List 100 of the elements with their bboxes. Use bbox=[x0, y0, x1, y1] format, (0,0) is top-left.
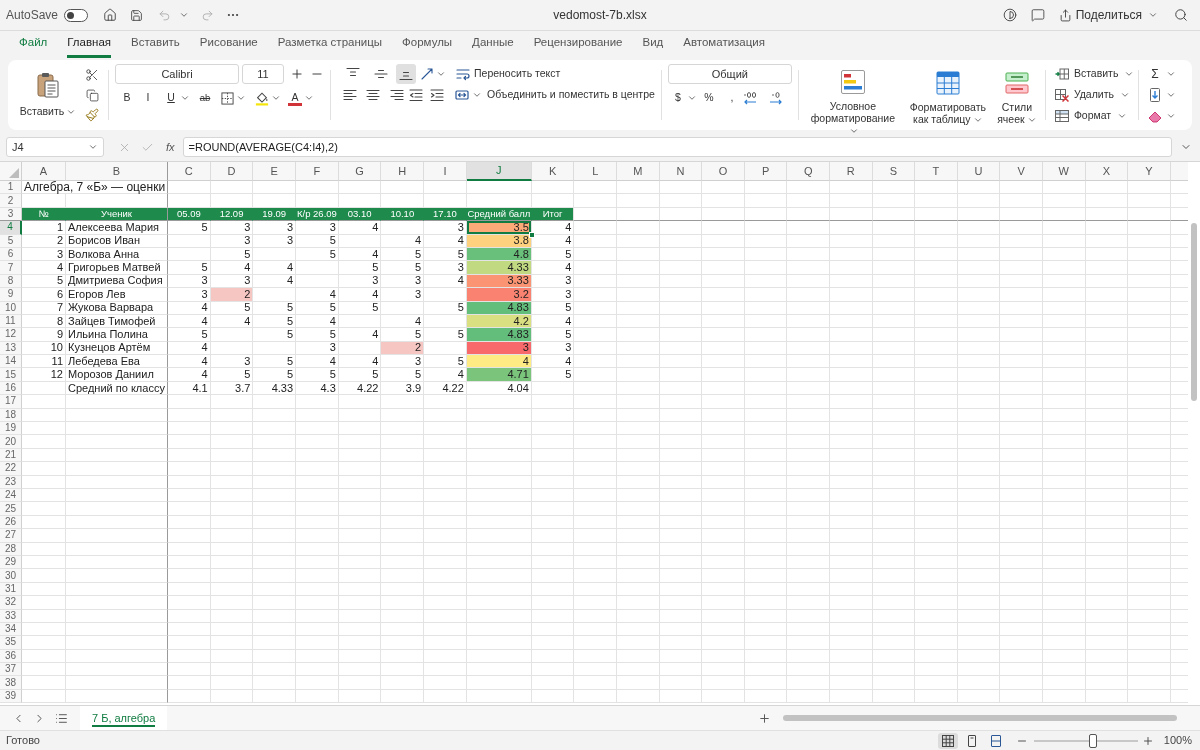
row-header[interactable]: 27 bbox=[0, 529, 22, 543]
column-header[interactable]: X bbox=[1085, 162, 1129, 181]
caret-icon[interactable] bbox=[236, 93, 246, 103]
align-center-icon[interactable] bbox=[366, 88, 380, 102]
row-header[interactable]: 32 bbox=[0, 596, 22, 610]
caret-icon[interactable] bbox=[271, 93, 281, 103]
fill-handle[interactable] bbox=[528, 231, 535, 238]
conditional-formatting-button[interactable]: Условное форматирование bbox=[804, 64, 901, 126]
home-icon[interactable] bbox=[103, 8, 118, 22]
bold-button[interactable]: B bbox=[120, 90, 134, 106]
font-name-field[interactable]: Calibri bbox=[115, 64, 239, 84]
column-header[interactable]: M bbox=[617, 162, 660, 181]
decrease-indent-icon[interactable] bbox=[409, 88, 423, 102]
caret-icon[interactable] bbox=[1165, 111, 1176, 121]
caret-icon[interactable] bbox=[1165, 69, 1176, 79]
column-header[interactable]: H bbox=[381, 162, 425, 181]
wrap-text-button[interactable]: Переносить текст bbox=[456, 66, 561, 82]
align-right-icon[interactable] bbox=[390, 88, 404, 102]
row-header[interactable]: 25 bbox=[0, 502, 22, 516]
zoom-in-icon[interactable] bbox=[1141, 734, 1154, 747]
row-header[interactable]: 14 bbox=[0, 355, 22, 369]
search-icon[interactable] bbox=[1174, 8, 1188, 22]
column-header[interactable]: T bbox=[915, 162, 958, 181]
increase-font-size-icon[interactable] bbox=[290, 67, 304, 81]
column-header[interactable]: S bbox=[872, 162, 916, 181]
number-format-field[interactable]: Общий bbox=[667, 64, 792, 84]
column-header[interactable]: O bbox=[702, 162, 745, 181]
name-box[interactable]: J4 bbox=[6, 137, 104, 157]
align-bottom-icon[interactable] bbox=[396, 64, 416, 84]
caret-icon[interactable] bbox=[686, 93, 697, 103]
comment-icon[interactable] bbox=[1030, 8, 1045, 22]
column-header[interactable]: C bbox=[168, 162, 211, 181]
row-header[interactable]: 22 bbox=[0, 462, 22, 476]
sheet-tab[interactable]: 7 Б, алгебра bbox=[80, 706, 168, 730]
row-header[interactable]: 19 bbox=[0, 422, 22, 436]
paste-button[interactable]: Вставить bbox=[18, 64, 78, 126]
column-header[interactable]: J bbox=[466, 162, 532, 181]
paint-bucket-icon[interactable] bbox=[255, 90, 269, 106]
menu-tab[interactable]: Разметка страницы bbox=[277, 34, 383, 58]
menu-tab[interactable]: Вид bbox=[642, 34, 664, 58]
font-size-field[interactable]: 11 bbox=[242, 64, 284, 84]
menu-tab[interactable]: Автоматизация bbox=[683, 34, 765, 58]
column-header[interactable]: I bbox=[424, 162, 467, 181]
row-header[interactable]: 2 bbox=[0, 194, 22, 208]
column-header[interactable]: L bbox=[574, 162, 617, 181]
contrast-icon[interactable] bbox=[1002, 8, 1017, 22]
slider-thumb[interactable] bbox=[1089, 733, 1098, 748]
column-header[interactable]: E bbox=[253, 162, 297, 181]
fill-down-icon[interactable] bbox=[1147, 88, 1162, 102]
menu-tab[interactable]: Данные bbox=[472, 34, 514, 58]
align-left-icon[interactable] bbox=[343, 88, 357, 102]
increase-decimal-icon[interactable] bbox=[741, 91, 758, 105]
column-header[interactable]: Y bbox=[1128, 162, 1171, 181]
copy-icon[interactable] bbox=[85, 88, 99, 102]
percent-button[interactable]: % bbox=[701, 90, 716, 106]
column-header[interactable]: Q bbox=[787, 162, 830, 181]
autosave-toggle[interactable] bbox=[64, 8, 89, 22]
scrollbar-thumb[interactable] bbox=[1191, 223, 1197, 401]
font-color-button[interactable]: A bbox=[288, 90, 302, 106]
currency-button[interactable]: $ bbox=[670, 90, 685, 106]
menu-tab[interactable]: Формулы bbox=[402, 34, 453, 58]
column-header[interactable]: V bbox=[1000, 162, 1043, 181]
row-header[interactable]: 17 bbox=[0, 395, 22, 409]
diagonal-arrow-icon[interactable] bbox=[420, 67, 434, 81]
format-as-table-button[interactable]: Форматировать как таблицу bbox=[906, 64, 989, 126]
borders-icon[interactable] bbox=[221, 91, 234, 105]
add-sheet-icon[interactable] bbox=[758, 711, 771, 725]
row-header[interactable]: 9 bbox=[0, 288, 22, 302]
strikethrough-button[interactable]: ab bbox=[198, 90, 212, 106]
column-header[interactable]: P bbox=[744, 162, 788, 181]
row-header[interactable]: 38 bbox=[0, 676, 22, 690]
column-header[interactable]: K bbox=[531, 162, 575, 181]
row-header[interactable]: 1 bbox=[0, 181, 22, 195]
comma-button[interactable]: , bbox=[724, 90, 739, 106]
row-header[interactable]: 7 bbox=[0, 261, 22, 275]
underline-button[interactable]: U bbox=[164, 90, 178, 106]
cell-action-button[interactable]: Формат bbox=[1054, 106, 1128, 126]
caret-icon[interactable] bbox=[436, 69, 446, 79]
column-header[interactable]: W bbox=[1042, 162, 1086, 181]
sum-button[interactable]: Σ bbox=[1147, 65, 1162, 83]
menu-tab[interactable]: Рецензирование bbox=[533, 34, 623, 58]
column-header[interactable]: B bbox=[66, 162, 168, 181]
cell-action-button[interactable]: Удалить bbox=[1054, 85, 1130, 105]
column-header[interactable]: D bbox=[210, 162, 254, 181]
row-header[interactable]: 4 bbox=[0, 221, 22, 235]
row-header[interactable]: 35 bbox=[0, 636, 22, 650]
row-header[interactable]: 37 bbox=[0, 663, 22, 677]
cut-icon[interactable] bbox=[85, 68, 99, 82]
menu-tab[interactable]: Файл bbox=[19, 34, 48, 58]
grid-view-icon[interactable] bbox=[937, 732, 958, 749]
increase-indent-icon[interactable] bbox=[430, 88, 444, 102]
share-button[interactable]: Поделиться bbox=[1058, 6, 1158, 24]
caret-icon[interactable] bbox=[1165, 90, 1176, 100]
caret-icon[interactable] bbox=[179, 10, 190, 20]
insert-function-button[interactable]: fx bbox=[166, 138, 175, 156]
decrease-decimal-icon[interactable] bbox=[767, 91, 784, 105]
row-header[interactable]: 30 bbox=[0, 569, 22, 583]
cell-action-button[interactable]: Вставить bbox=[1054, 64, 1135, 84]
menu-tab[interactable]: Рисование bbox=[199, 34, 258, 58]
scrollbar-thumb[interactable] bbox=[783, 715, 1177, 721]
